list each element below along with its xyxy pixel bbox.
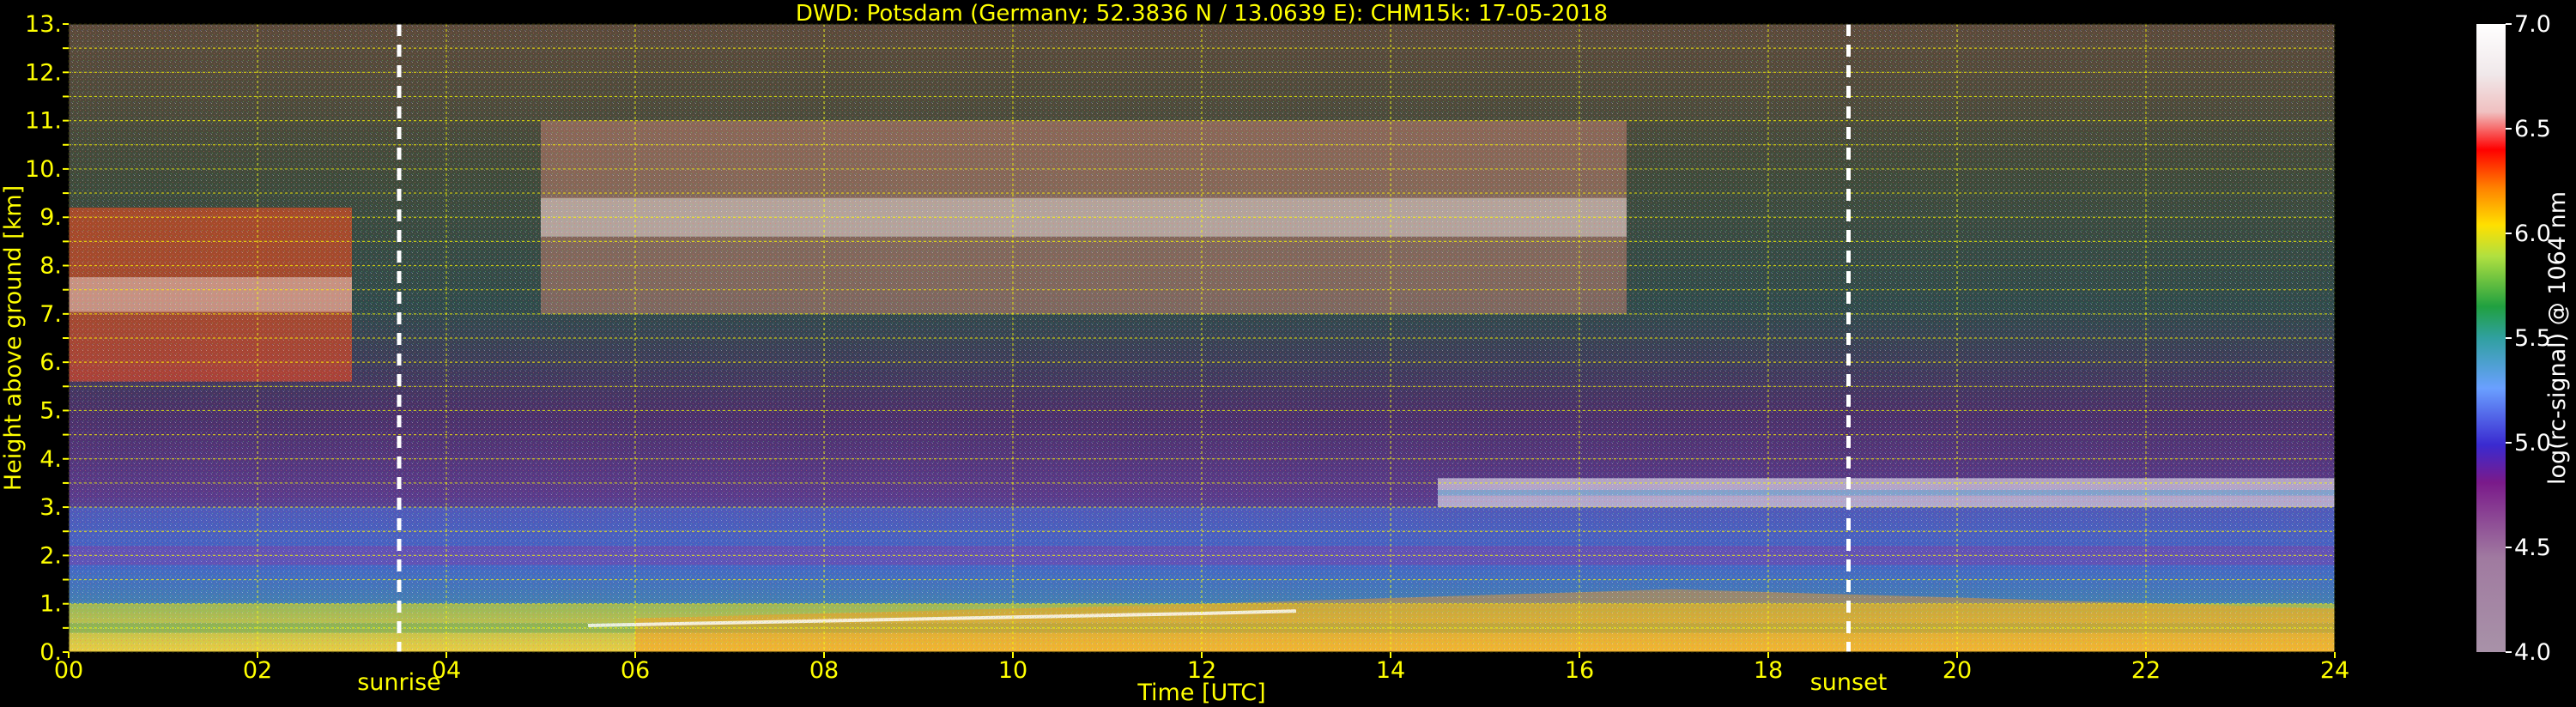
x-tick-label: 14 xyxy=(1376,657,1405,684)
y-tick-label: 11. xyxy=(25,108,62,135)
y-tick-label: 13. xyxy=(25,11,62,38)
colorbar-label: log(rc-signal) @ 1064 nm xyxy=(2544,191,2571,485)
x-tick-label: 10 xyxy=(998,657,1027,684)
y-tick-label: 10. xyxy=(25,156,62,183)
colorbar-tick-label: 4.5 xyxy=(2514,535,2551,561)
y-tick-label: 6. xyxy=(39,349,62,376)
y-tick-label: 4. xyxy=(39,446,62,473)
x-tick-label: 24 xyxy=(2320,657,2349,684)
y-tick-label: 8. xyxy=(39,253,62,280)
y-tick-label: 2. xyxy=(39,542,62,569)
marker-label-sunset: sunset xyxy=(1810,669,1888,696)
y-tick-label: 7. xyxy=(39,301,62,328)
y-axis-label: Height above ground [km] xyxy=(0,185,27,491)
colorbar: 4.04.55.05.56.06.57.0 log(rc-signal) @ 1… xyxy=(2476,11,2571,666)
x-tick-label: 08 xyxy=(809,657,839,684)
colorbar-tick-label: 6.5 xyxy=(2514,116,2551,142)
y-tick-label: 1. xyxy=(39,591,62,618)
x-tick-label: 02 xyxy=(243,657,272,684)
chart-title: DWD: Potsdam (Germany; 52.3836 N / 13.06… xyxy=(796,1,1608,27)
colorbar-tick-label: 7.0 xyxy=(2514,11,2551,38)
marker-label-sunrise: sunrise xyxy=(357,669,441,696)
x-axis-label: Time [UTC] xyxy=(1136,680,1265,706)
x-tick-label: 22 xyxy=(2131,657,2161,684)
x-tick-label: 16 xyxy=(1565,657,1594,684)
y-tick-label: 3. xyxy=(39,494,62,521)
y-tick-label: 0. xyxy=(39,639,62,666)
y-tick-label: 5. xyxy=(39,397,62,424)
x-tick-label: 20 xyxy=(1943,657,1972,684)
x-tick-label: 06 xyxy=(621,657,650,684)
y-axis-ticks: 0. 1. 2. 3. 4. 5. 6. 7. 8. 9. 10. 11. 12. 13. xyxy=(25,11,69,666)
colorbar-tick-label: 4.0 xyxy=(2514,639,2551,666)
ceilometer-figure: DWD: Potsdam (Germany; 52.3836 N / 13.06… xyxy=(0,1,2571,706)
y-tick-label: 9. xyxy=(39,204,62,231)
colorbar-scale xyxy=(2476,24,2506,652)
x-tick-label: 18 xyxy=(1754,657,1783,684)
x-tick-label: 04 xyxy=(432,657,461,684)
y-tick-label: 12. xyxy=(25,59,62,86)
